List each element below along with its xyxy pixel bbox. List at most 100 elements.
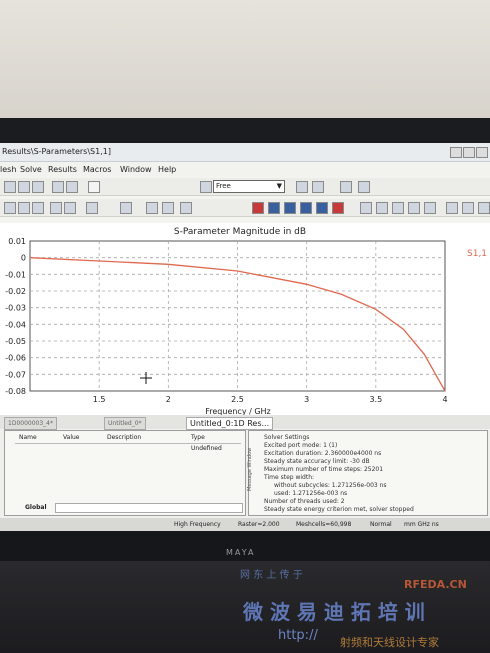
solver-icon[interactable] xyxy=(316,202,328,214)
x-tick-label: 4 xyxy=(442,395,447,404)
status-units: mm GHz ns xyxy=(404,521,439,528)
tab-1d-result[interactable]: 1D0000003_4* xyxy=(4,417,57,430)
shape-icon[interactable] xyxy=(4,202,16,214)
msg-line: Steady state energy criterion met, solve… xyxy=(264,506,414,513)
start-icon[interactable] xyxy=(332,202,344,214)
menu-help[interactable]: Help xyxy=(158,165,176,174)
msg-line: without subcycles: 1.271256e-003 ns xyxy=(274,482,387,489)
menu-macros[interactable]: Macros xyxy=(83,165,111,174)
camera-icon[interactable] xyxy=(162,202,174,214)
align-icon[interactable] xyxy=(358,181,370,193)
y-tick-label: -0.02 xyxy=(5,287,26,296)
free-combo-value: Free xyxy=(216,182,231,190)
transform-icon[interactable] xyxy=(86,202,98,214)
global-scrollbar[interactable] xyxy=(55,503,243,513)
plot-area[interactable]: S-Parameter Magnitude in dB S1,1 Frequen… xyxy=(0,223,490,423)
title-bar: Results\S-Parameters\S1,1] xyxy=(0,143,490,162)
param-type-value: Undefined xyxy=(191,445,222,452)
view-top-icon[interactable] xyxy=(424,202,436,214)
save-icon[interactable] xyxy=(146,202,158,214)
lower-panels: Name Value Description Type Undefined Gl… xyxy=(0,430,490,518)
msg-line: Time step width: xyxy=(264,474,315,481)
rotate-shape-icon[interactable] xyxy=(64,202,76,214)
y-tick-label: -0.05 xyxy=(5,337,26,346)
watermark-big: 微 波 易 迪 拓 培 训 xyxy=(243,600,425,624)
y-tick-label: -0.06 xyxy=(5,354,26,363)
status-meshcells: Meshcells=60,998 xyxy=(296,521,352,528)
x-tick-label: 2.5 xyxy=(231,395,244,404)
x-tick-label: 3 xyxy=(304,395,309,404)
x-tick-label: 3.5 xyxy=(369,395,382,404)
frame-icon[interactable] xyxy=(88,181,100,193)
view-front-icon[interactable] xyxy=(360,202,372,214)
crosshair-icon[interactable] xyxy=(462,202,474,214)
pan-icon[interactable] xyxy=(66,181,78,193)
menu-mesh[interactable]: lesh xyxy=(0,165,16,174)
wcs-icon[interactable] xyxy=(340,181,352,193)
view-back-icon[interactable] xyxy=(376,202,388,214)
view-icon[interactable] xyxy=(200,181,212,193)
zoom-in-icon[interactable] xyxy=(18,181,30,193)
tab-untitled-1d-results[interactable]: Untitled_0:1D Res... xyxy=(186,417,274,430)
parameter-list: Name Value Description Type Undefined Gl… xyxy=(4,430,246,516)
menu-window[interactable]: Window xyxy=(120,165,152,174)
maximize-button[interactable] xyxy=(463,147,475,158)
pick-point-icon[interactable] xyxy=(120,202,132,214)
view-left-icon[interactable] xyxy=(392,202,404,214)
mesh-icon[interactable] xyxy=(300,202,312,214)
zoom-icon[interactable] xyxy=(32,181,44,193)
monitor-brand-logo: MAYA xyxy=(226,548,256,557)
menu-solve[interactable]: Solve xyxy=(20,165,42,174)
watermark-slogan: 射频和天线设计专家 xyxy=(340,636,439,649)
x-tick-label: 1.5 xyxy=(93,395,106,404)
minimize-button[interactable] xyxy=(450,147,462,158)
boundary-icon[interactable] xyxy=(180,202,192,214)
document-tabs: 1D0000003_4* Untitled_0* Untitled_0:1D R… xyxy=(0,415,490,430)
chevron-down-icon: ▼ xyxy=(276,182,282,190)
msg-line: Excited port mode: 1 (1) xyxy=(264,442,338,449)
cube-icon[interactable] xyxy=(312,181,324,193)
message-window-label: Message Window xyxy=(247,447,253,491)
y-tick-label: -0.08 xyxy=(5,387,26,396)
rotate-icon[interactable] xyxy=(52,181,64,193)
y-tick-label: -0.03 xyxy=(5,304,26,313)
msg-line: used: 1.271256e-003 ns xyxy=(274,490,348,497)
msg-line: Excitation duration: 2.360000e4000 ns xyxy=(264,450,382,457)
param-col-name: Name xyxy=(19,434,37,441)
status-bar: High Frequency Raster=2.000 Meshcells=60… xyxy=(0,518,490,531)
cylinder-icon[interactable] xyxy=(32,202,44,214)
extrude-icon[interactable] xyxy=(50,202,62,214)
view-right-icon[interactable] xyxy=(408,202,420,214)
global-label: Global xyxy=(25,504,47,511)
monitor-icon[interactable] xyxy=(268,202,280,214)
status-mode: High Frequency xyxy=(174,521,221,528)
wall-background xyxy=(0,0,490,125)
free-combo[interactable]: Free ▼ xyxy=(213,180,285,193)
msg-line: Steady state accuracy limit: -30 dB xyxy=(264,458,370,465)
x-tick-label: 2 xyxy=(166,395,171,404)
msg-line: Number of threads used: 2 xyxy=(264,498,345,505)
probe-icon[interactable] xyxy=(284,202,296,214)
y-tick-label: -0.01 xyxy=(5,270,26,279)
menu-results[interactable]: Results xyxy=(48,165,77,174)
port-icon[interactable] xyxy=(252,202,264,214)
close-button[interactable] xyxy=(476,147,488,158)
y-tick-label: -0.07 xyxy=(5,370,26,379)
msg-line: Solver Settings xyxy=(264,434,310,441)
move-tool-icon[interactable] xyxy=(4,181,16,193)
toolbar-main: Free ▼ xyxy=(0,178,490,196)
watermark-line1: 网 东 上 传 于 xyxy=(240,570,303,581)
s-parameter-plot: S-Parameter Magnitude in dB S1,1 Frequen… xyxy=(5,227,487,416)
y-tick-label: 0 xyxy=(21,254,26,263)
status-normal[interactable]: Normal xyxy=(370,521,392,528)
cursor-crosshair-icon xyxy=(140,372,152,384)
add-icon[interactable] xyxy=(446,202,458,214)
legend-label: S1,1 xyxy=(467,249,487,259)
tab-untitled[interactable]: Untitled_0* xyxy=(104,417,146,430)
pick-icon[interactable] xyxy=(296,181,308,193)
sphere-icon[interactable] xyxy=(18,202,30,214)
toolbar-shapes xyxy=(0,199,490,217)
watermark-url: http:// xyxy=(278,628,318,643)
plot-title: S-Parameter Magnitude in dB xyxy=(174,227,306,237)
grid-icon[interactable] xyxy=(478,202,490,214)
